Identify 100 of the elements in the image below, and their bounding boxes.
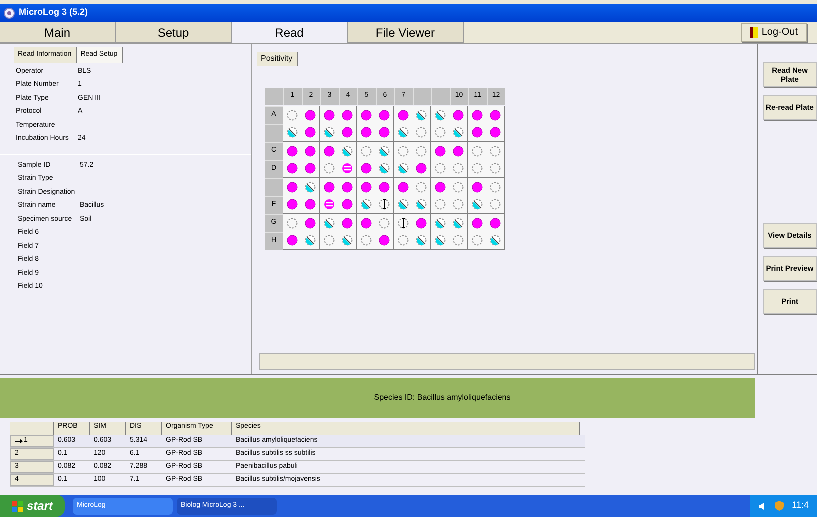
- negative-well-icon: [378, 218, 390, 228]
- tab[interactable]: Main: [0, 22, 116, 43]
- positive-well-icon: [378, 127, 390, 138]
- borderline-well-icon: [434, 235, 446, 246]
- borderline-well-icon: [416, 235, 427, 246]
- positive-well-icon: [324, 110, 335, 120]
- positive-well-icon: [398, 110, 409, 120]
- negative-well-icon: [324, 163, 335, 174]
- borderline-well-icon: [472, 199, 483, 210]
- negative-well-icon: [398, 146, 409, 156]
- door-icon: [750, 27, 758, 38]
- positive-well-icon: [434, 182, 446, 192]
- borderline-well-icon: [452, 127, 464, 138]
- positive-well-icon: [378, 235, 390, 246]
- positive-well-icon: [378, 182, 390, 192]
- negative-well-icon: [434, 199, 446, 210]
- positive-well-icon: [490, 110, 501, 120]
- negative-well-icon: [286, 218, 298, 228]
- column-header: [10, 422, 54, 435]
- positive-well-icon: [452, 110, 464, 120]
- positive-well-icon: [286, 182, 298, 192]
- row-header: [265, 124, 283, 142]
- positive-well-icon: [286, 235, 298, 246]
- borderline-well-icon: [378, 146, 390, 156]
- positivity-tab[interactable]: Positivity: [257, 52, 298, 66]
- positive-well-icon: [304, 110, 316, 120]
- positive-well-icon: [360, 163, 372, 174]
- positive-well-icon: [304, 163, 316, 174]
- borderline-well-icon: [342, 235, 353, 246]
- borderline-well-icon: [378, 163, 390, 174]
- positive-well-icon: [304, 218, 316, 228]
- positive-well-icon: [360, 110, 372, 120]
- column-header: [412, 88, 431, 105]
- negative-well-icon: [490, 182, 501, 192]
- negative-well-icon: [490, 163, 501, 174]
- borderline-well-icon: [434, 218, 446, 228]
- negative-well-icon: [490, 146, 501, 156]
- positive-well-icon: [304, 199, 316, 210]
- negative-well-icon: [416, 127, 427, 138]
- positive-well-icon: [490, 127, 501, 138]
- positive-well-icon: [324, 182, 335, 192]
- row-header: [265, 178, 283, 196]
- borderline-well-icon: [286, 127, 298, 138]
- negative-well-icon: [324, 235, 335, 246]
- borderline-well-icon: [416, 110, 427, 120]
- positive-well-icon: [286, 163, 298, 174]
- positive-well-icon: [304, 127, 316, 138]
- positive-well-icon: [342, 110, 353, 120]
- negative-well-icon: [452, 163, 464, 174]
- negative-well-icon: [360, 235, 372, 246]
- positive-well-icon: [472, 127, 483, 138]
- equal-well-icon: [324, 199, 335, 210]
- borderline-well-icon: [304, 182, 316, 192]
- tab[interactable]: Setup: [116, 22, 232, 43]
- positive-well-icon: [342, 199, 353, 210]
- borderline-well-icon: [324, 218, 335, 228]
- corner-cell: [265, 88, 283, 105]
- borderline-well-icon: [304, 235, 316, 246]
- window-title: MicroLog 3 (5.2): [19, 6, 88, 20]
- positive-well-icon: [360, 218, 372, 228]
- negative-well-icon: [472, 146, 483, 156]
- negative-well-icon: [472, 235, 483, 246]
- positive-well-icon: [472, 182, 483, 192]
- positive-well-icon: [398, 182, 409, 192]
- tab[interactable]: Read: [232, 22, 348, 43]
- positive-well-icon: [434, 146, 446, 156]
- negative-well-icon: [416, 146, 427, 156]
- positive-well-icon: [452, 146, 464, 156]
- negative-well-icon: [416, 182, 427, 192]
- negative-well-icon: [452, 235, 464, 246]
- borderline-well-icon: [434, 110, 446, 120]
- positive-well-icon: [286, 146, 298, 156]
- shield-icon: [775, 501, 784, 511]
- positive-well-icon: [360, 182, 372, 192]
- arrow-icon: [15, 438, 23, 444]
- negative-well-icon: [452, 199, 464, 210]
- start-button[interactable]: start: [0, 495, 66, 517]
- borderline-well-icon: [398, 163, 409, 174]
- negative-well-icon: [398, 235, 409, 246]
- positive-well-icon: [342, 127, 353, 138]
- negative-well-icon: [360, 146, 372, 156]
- borderline-well-icon: [416, 199, 427, 210]
- positive-well-icon: [360, 127, 372, 138]
- positive-well-icon: [378, 110, 390, 120]
- positive-well-icon: [472, 110, 483, 120]
- positive-well-icon: [416, 163, 427, 174]
- borderline-well-icon: [490, 235, 501, 246]
- positive-well-icon: [416, 218, 427, 228]
- ibeam-well-icon: [398, 218, 409, 228]
- negative-well-icon: [434, 127, 446, 138]
- borderline-well-icon: [398, 199, 409, 210]
- negative-well-icon: [490, 199, 501, 210]
- positive-well-icon: [286, 199, 298, 210]
- clock: 11:4: [792, 499, 809, 512]
- tab[interactable]: File Viewer: [348, 22, 464, 43]
- positive-well-icon: [324, 146, 335, 156]
- equal-well-icon: [342, 163, 353, 174]
- positive-well-icon: [342, 218, 353, 228]
- logout-button[interactable]: Log-Out: [740, 23, 807, 42]
- borderline-well-icon: [324, 127, 335, 138]
